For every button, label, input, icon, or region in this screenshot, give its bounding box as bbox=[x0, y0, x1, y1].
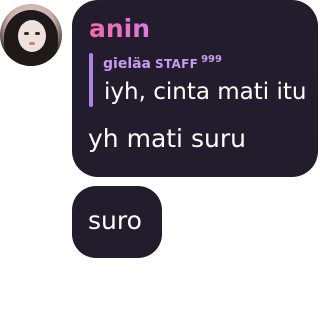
reply-quote[interactable]: gieläa STAFF 999 iyh, cinta mati itu bbox=[89, 53, 306, 107]
avatar-eye-left bbox=[24, 32, 29, 35]
message-text: yh mati suru bbox=[88, 124, 246, 153]
avatar-face bbox=[18, 20, 46, 52]
reply-accent-bar bbox=[89, 53, 93, 107]
reply-author-line: gieläa STAFF 999 bbox=[103, 54, 222, 75]
followup-message-text: suro bbox=[88, 206, 142, 235]
reply-badge-count: 999 bbox=[201, 54, 222, 65]
reply-staff-badge: STAFF bbox=[155, 57, 199, 71]
avatar[interactable] bbox=[0, 4, 62, 66]
followup-message-bubble[interactable]: suro bbox=[72, 186, 162, 258]
reply-author-name: gieläa bbox=[103, 56, 152, 72]
chat-canvas: anin gieläa STAFF 999 iyh, cinta mati itu … bbox=[0, 0, 320, 311]
reply-text: iyh, cinta mati itu bbox=[104, 79, 307, 105]
message-bubble[interactable]: anin gieläa STAFF 999 iyh, cinta mati itu … bbox=[72, 0, 318, 177]
message-username[interactable]: anin bbox=[89, 14, 150, 44]
avatar-eye-right bbox=[35, 32, 40, 35]
avatar-lips bbox=[29, 42, 35, 45]
